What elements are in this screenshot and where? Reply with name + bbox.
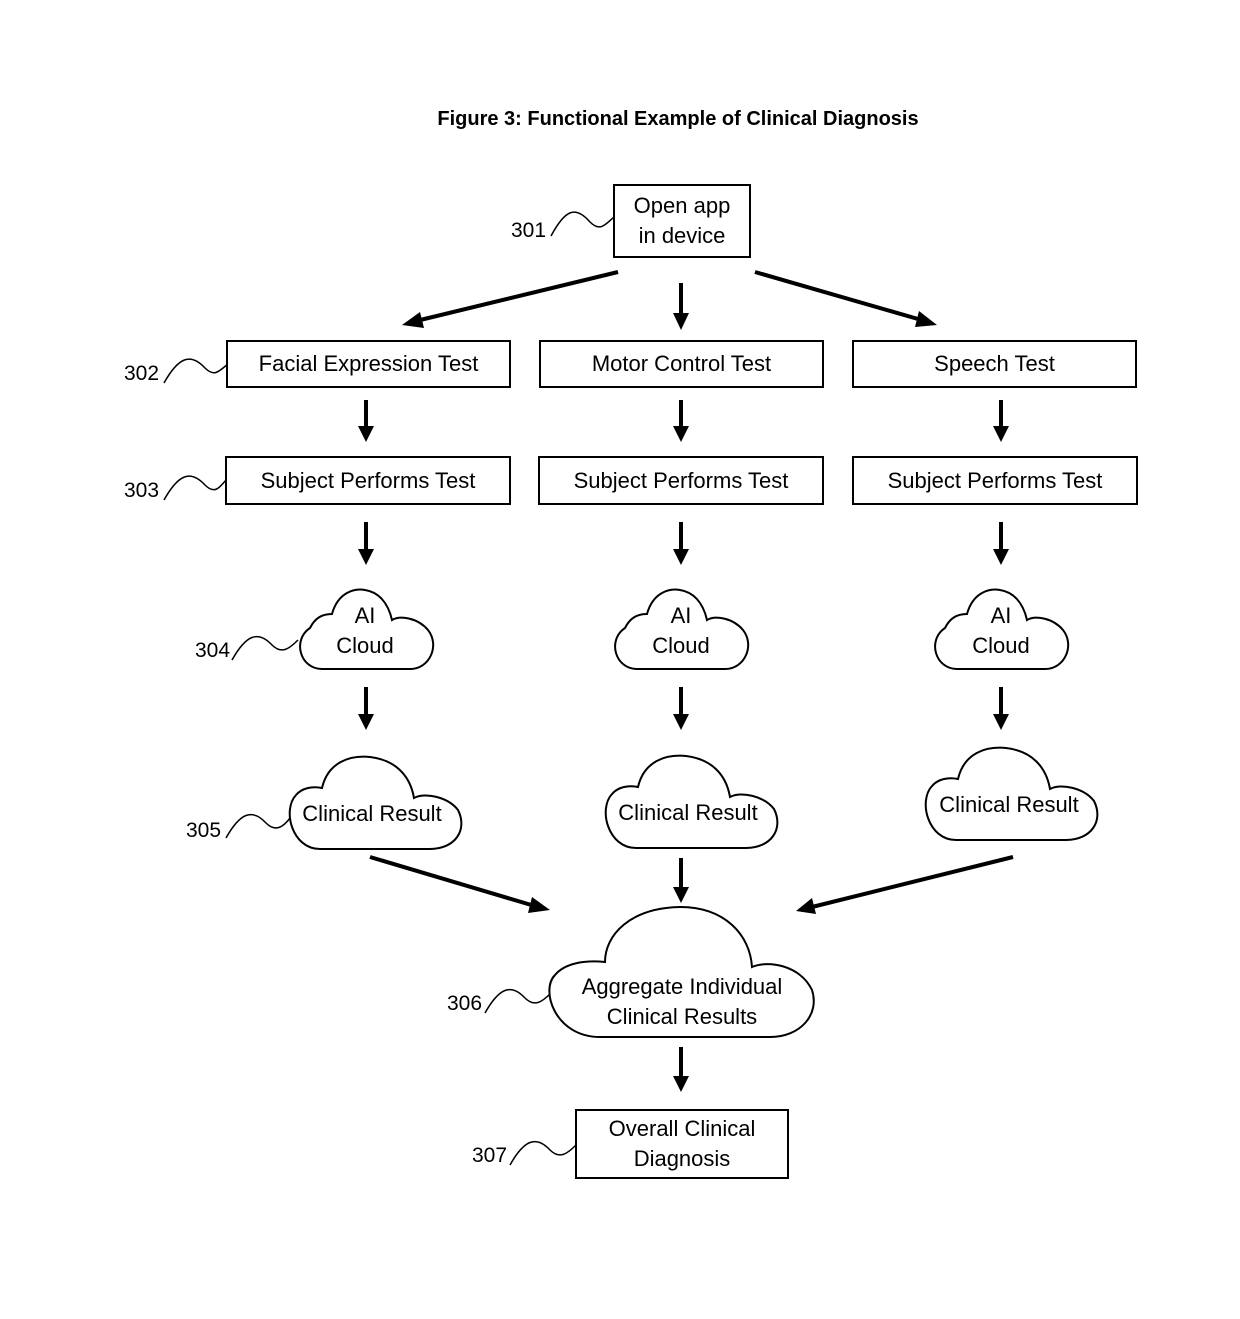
subject-performs-test-node: Subject Performs Test <box>538 456 824 505</box>
node-label-line2: Cloud <box>336 633 394 658</box>
node-label-line1: Open app <box>633 193 731 218</box>
clinical-result-node: Clinical Result <box>939 792 1079 817</box>
reference-number: 303 <box>124 479 160 502</box>
node-label-line1: AI <box>670 603 692 628</box>
subject-performs-test-node: Subject Performs Test <box>225 456 511 505</box>
arrowhead <box>796 898 816 914</box>
speech-test-node: Speech Test <box>852 340 1137 388</box>
clinical-result-node: Clinical Result <box>302 801 442 826</box>
arrowhead <box>402 312 424 328</box>
arrow-open-to-facial <box>411 270 619 324</box>
reference-number: 304 <box>195 639 231 662</box>
overall-diagnosis-node: Overall Clinical Diagnosis <box>575 1109 789 1179</box>
ai-cloud-node: AI Cloud <box>951 600 1051 662</box>
ai-cloud-node: AI Cloud <box>315 600 415 662</box>
clinical-result-node: Clinical Result <box>618 800 758 825</box>
arrow-open-to-speech <box>754 270 926 323</box>
reference-number: 302 <box>124 362 160 385</box>
aggregate-results-node: Aggregate Individual Clinical Results <box>560 971 804 1033</box>
arrow-result-left-to-aggregate <box>369 855 539 909</box>
node-label-line1: AI <box>990 603 1012 628</box>
reference-number: 305 <box>186 819 222 842</box>
arrow-result-right-to-aggregate <box>807 855 1014 910</box>
ai-cloud-node: AI Cloud <box>631 600 731 662</box>
open-app-node: Open app in device <box>613 184 751 258</box>
arrowhead <box>915 311 937 327</box>
arrowhead <box>528 897 550 913</box>
node-label-line2: Cloud <box>972 633 1030 658</box>
motor-control-test-node: Motor Control Test <box>539 340 824 388</box>
reference-number: 301 <box>511 219 547 242</box>
node-label-line2: Cloud <box>652 633 710 658</box>
arrowhead <box>673 313 689 330</box>
node-label-line2: Diagnosis <box>633 1146 731 1171</box>
reference-number: 306 <box>447 992 483 1015</box>
subject-performs-test-node: Subject Performs Test <box>852 456 1138 505</box>
node-label-line2: in device <box>638 223 726 248</box>
node-label-line1: AI <box>354 603 376 628</box>
reference-number: 307 <box>472 1144 508 1167</box>
node-label-line1: Aggregate Individual <box>581 974 783 999</box>
node-label-line2: Clinical Results <box>606 1004 758 1029</box>
node-label-line1: Overall Clinical <box>608 1116 756 1141</box>
facial-expression-test-node: Facial Expression Test <box>226 340 511 388</box>
